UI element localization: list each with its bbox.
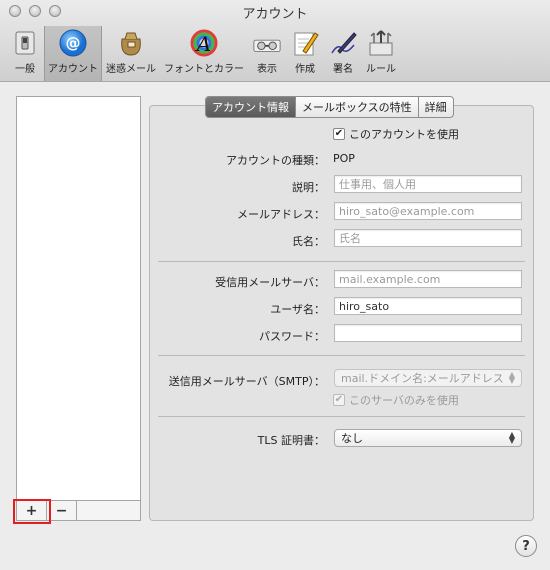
use-account-label: このアカウントを使用 bbox=[349, 128, 459, 141]
at-sign-icon: @ bbox=[58, 29, 88, 57]
compose-pencil-icon bbox=[290, 29, 320, 57]
toolbar-label: フォントとカラー bbox=[164, 64, 244, 75]
email-field[interactable]: hiro_sato@example.com bbox=[334, 202, 522, 220]
tls-certificate-popup[interactable]: なし ▲ ▼ bbox=[334, 429, 522, 447]
tls-certificate-label: TLS 証明書： bbox=[257, 434, 325, 447]
incoming-server-field[interactable]: mail.example.com bbox=[334, 270, 522, 288]
tab-account-info[interactable]: アカウント情報 bbox=[206, 97, 296, 117]
window-titlebar: アカウント 一般 @ アカウント 迷惑メール A フォントとカラー 表示 作成 … bbox=[0, 0, 550, 82]
toolbar-label: 一般 bbox=[15, 64, 35, 75]
toolbar-item-fonts-colors[interactable]: A フォントとカラー bbox=[160, 26, 248, 81]
description-label: 説明： bbox=[292, 181, 325, 194]
toolbar-label: 表示 bbox=[257, 64, 277, 75]
toolbar-item-rules[interactable]: ルール bbox=[362, 26, 400, 81]
only-this-server-checkbox[interactable]: ✔ bbox=[333, 394, 345, 406]
remove-account-button[interactable]: − bbox=[47, 501, 77, 520]
popup-arrows-icon: ▲ ▼ bbox=[508, 370, 515, 385]
account-type-value: POP bbox=[333, 152, 355, 165]
username-label: ユーザ名： bbox=[270, 303, 325, 316]
only-this-server-row: ✔ このサーバのみを使用 bbox=[333, 392, 459, 408]
add-button-highlight bbox=[13, 499, 51, 524]
tls-certificate-value: なし bbox=[341, 431, 363, 445]
account-type-label: アカウントの種類： bbox=[226, 154, 325, 167]
view-glasses-icon bbox=[252, 29, 282, 57]
use-account-row: ✔ このアカウントを使用 bbox=[333, 126, 459, 142]
window-title: アカウント bbox=[242, 7, 308, 22]
fonts-colors-icon: A bbox=[189, 29, 219, 57]
tab-mailbox-behaviors[interactable]: メールボックスの特性 bbox=[296, 97, 419, 117]
toolbar-label: 迷惑メール bbox=[106, 64, 156, 75]
separator bbox=[158, 416, 525, 417]
rules-arrows-icon bbox=[366, 29, 396, 57]
username-field[interactable]: hiro_sato bbox=[334, 297, 522, 315]
smtp-popup[interactable]: mail.ドメイン名:メールアドレス ▲ ▼ bbox=[334, 369, 522, 387]
svg-text:A: A bbox=[195, 32, 211, 56]
junk-mail-bag-icon bbox=[116, 29, 146, 57]
toolbar-item-accounts[interactable]: @ アカウント bbox=[44, 26, 102, 81]
incoming-server-label: 受信用メールサーバ： bbox=[215, 276, 325, 289]
smtp-value: mail.ドメイン名:メールアドレス bbox=[341, 371, 504, 385]
description-field[interactable]: 仕事用、個人用 bbox=[334, 175, 522, 193]
only-this-server-label: このサーバのみを使用 bbox=[349, 394, 459, 407]
smtp-label: 送信用メールサーバ（SMTP）： bbox=[168, 375, 325, 388]
account-list[interactable] bbox=[16, 96, 141, 501]
toolbar-item-composing[interactable]: 作成 bbox=[286, 26, 324, 81]
toolbar-item-signatures[interactable]: 署名 bbox=[324, 26, 362, 81]
full-name-field[interactable]: 氏名 bbox=[334, 229, 522, 247]
toolbar-item-junk-mail[interactable]: 迷惑メール bbox=[102, 26, 160, 81]
preferences-toolbar: 一般 @ アカウント 迷惑メール A フォントとカラー 表示 作成 署名 ルール bbox=[6, 26, 400, 81]
separator bbox=[158, 261, 525, 262]
password-field[interactable] bbox=[334, 324, 522, 342]
toolbar-label: ルール bbox=[366, 64, 396, 75]
full-name-label: 氏名： bbox=[292, 235, 325, 248]
general-switch-icon bbox=[10, 29, 40, 57]
toolbar-item-general[interactable]: 一般 bbox=[6, 26, 44, 81]
toolbar-label: アカウント bbox=[48, 64, 98, 75]
toolbar-item-view[interactable]: 表示 bbox=[248, 26, 286, 81]
toolbar-label: 作成 bbox=[295, 64, 315, 75]
signature-pen-icon bbox=[328, 29, 358, 57]
popup-arrows-icon: ▲ ▼ bbox=[508, 430, 515, 445]
account-tabs: アカウント情報 メールボックスの特性 詳細 bbox=[205, 96, 454, 118]
svg-text:@: @ bbox=[66, 34, 81, 52]
tab-advanced[interactable]: 詳細 bbox=[419, 97, 453, 117]
separator bbox=[158, 355, 525, 356]
use-account-checkbox[interactable]: ✔ bbox=[333, 128, 345, 140]
toolbar-label: 署名 bbox=[333, 64, 353, 75]
email-label: メールアドレス： bbox=[237, 208, 325, 221]
help-button[interactable]: ? bbox=[515, 535, 537, 557]
password-label: パスワード： bbox=[259, 330, 325, 343]
